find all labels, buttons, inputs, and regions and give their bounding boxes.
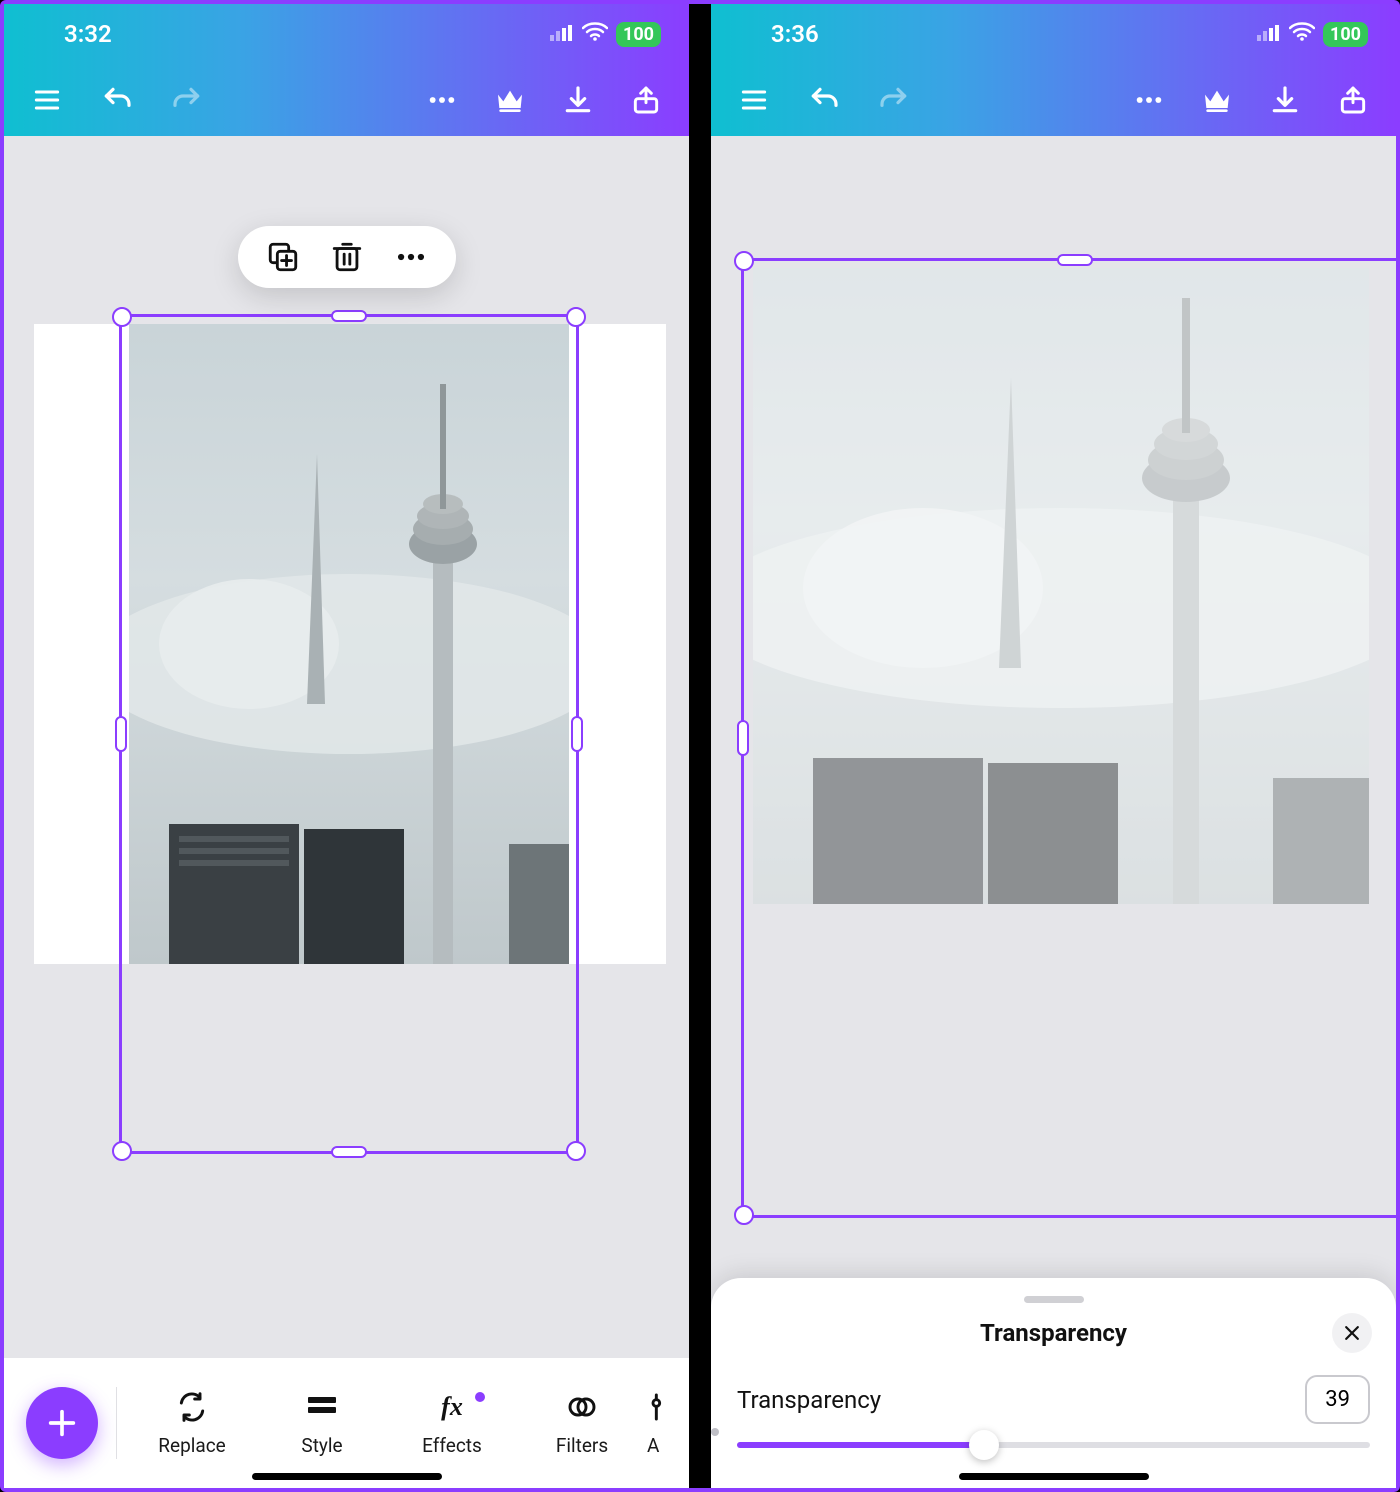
style-icon — [306, 1390, 338, 1424]
redo-button[interactable] — [873, 79, 915, 121]
tool-label: Replace — [158, 1434, 225, 1457]
screenshot-left: 3:32 100 — [4, 4, 689, 1488]
add-element-button[interactable] — [26, 1387, 98, 1459]
menu-button[interactable] — [733, 79, 775, 121]
status-indicators: 100 — [550, 21, 661, 47]
transparency-sheet: Transparency Transparency 39 — [711, 1278, 1396, 1488]
transparency-slider[interactable] — [711, 1442, 1396, 1448]
resize-handle-tr[interactable] — [566, 307, 586, 327]
canvas-area[interactable]: Transparency Transparency 39 — [711, 136, 1396, 1488]
slider-min-tick — [711, 1428, 719, 1436]
tool-label: Effects — [422, 1434, 482, 1457]
filters-icon — [566, 1390, 598, 1424]
resize-handle-bl[interactable] — [112, 1141, 132, 1161]
tool-label: Style — [301, 1434, 342, 1457]
toolbar-separator — [116, 1387, 117, 1459]
resize-handle-tl[interactable] — [734, 251, 754, 271]
new-badge-dot — [475, 1392, 485, 1402]
share-button[interactable] — [625, 79, 667, 121]
cellular-icon — [550, 22, 574, 47]
context-more-button[interactable] — [394, 240, 428, 274]
resize-handle-bottom[interactable] — [331, 1146, 367, 1158]
tool-replace[interactable]: Replace — [127, 1390, 257, 1457]
status-time: 3:32 — [64, 20, 112, 48]
transparency-value-input[interactable]: 39 — [1305, 1375, 1370, 1424]
status-bar: 3:36 100 — [711, 4, 1396, 64]
wifi-icon — [582, 21, 608, 47]
tool-label: A — [647, 1434, 659, 1457]
selection-context-menu — [238, 226, 456, 288]
battery-badge: 100 — [616, 22, 661, 47]
header: 3:36 100 — [711, 4, 1396, 136]
tool-effects[interactable]: fx Effects — [387, 1390, 517, 1457]
tool-label: Filters — [556, 1434, 608, 1457]
premium-crown-icon[interactable] — [1196, 79, 1238, 121]
screenshot-right: 3:36 100 — [711, 4, 1396, 1488]
tool-style[interactable]: Style — [257, 1390, 387, 1457]
duplicate-button[interactable] — [266, 240, 300, 274]
home-indicator — [959, 1473, 1149, 1480]
resize-handle-top[interactable] — [1057, 254, 1093, 266]
share-button[interactable] — [1332, 79, 1374, 121]
sheet-title: Transparency — [980, 1319, 1127, 1347]
selection-frame[interactable] — [741, 258, 1396, 1218]
header: 3:32 100 — [4, 4, 689, 136]
resize-handle-tl[interactable] — [112, 307, 132, 327]
replace-icon — [176, 1390, 208, 1424]
adjust-icon — [647, 1390, 671, 1424]
undo-button[interactable] — [803, 79, 845, 121]
cellular-icon — [1257, 22, 1281, 47]
resize-handle-left[interactable] — [115, 716, 127, 752]
more-button[interactable] — [1128, 79, 1170, 121]
sheet-close-button[interactable] — [1332, 1313, 1372, 1353]
download-button[interactable] — [1264, 79, 1306, 121]
resize-handle-right[interactable] — [571, 716, 583, 752]
redo-button[interactable] — [166, 79, 208, 121]
slider-thumb[interactable] — [969, 1430, 999, 1460]
tool-adjust-partial[interactable]: A — [647, 1390, 687, 1457]
status-indicators: 100 — [1257, 21, 1368, 47]
selection-frame[interactable] — [119, 314, 579, 1154]
undo-button[interactable] — [96, 79, 138, 121]
screenshot-divider — [697, 4, 703, 1488]
menu-button[interactable] — [26, 79, 68, 121]
status-bar: 3:32 100 — [4, 4, 689, 64]
resize-handle-left[interactable] — [737, 720, 749, 756]
resize-handle-br[interactable] — [566, 1141, 586, 1161]
sheet-grabber[interactable] — [1024, 1296, 1084, 1303]
download-button[interactable] — [557, 79, 599, 121]
bottom-toolbar: Replace Style fx Effects Filters — [4, 1358, 689, 1488]
wifi-icon — [1289, 21, 1315, 47]
delete-button[interactable] — [330, 240, 364, 274]
effects-icon: fx — [441, 1390, 463, 1424]
home-indicator — [252, 1473, 442, 1480]
tool-filters[interactable]: Filters — [517, 1390, 647, 1457]
more-button[interactable] — [421, 79, 463, 121]
app-bar — [711, 64, 1396, 136]
status-time: 3:36 — [771, 20, 819, 48]
canvas-area[interactable] — [4, 136, 689, 1358]
app-bar — [4, 64, 689, 136]
battery-badge: 100 — [1323, 22, 1368, 47]
resize-handle-bl[interactable] — [734, 1205, 754, 1225]
transparency-label: Transparency — [737, 1386, 881, 1414]
resize-handle-top[interactable] — [331, 310, 367, 322]
premium-crown-icon[interactable] — [489, 79, 531, 121]
